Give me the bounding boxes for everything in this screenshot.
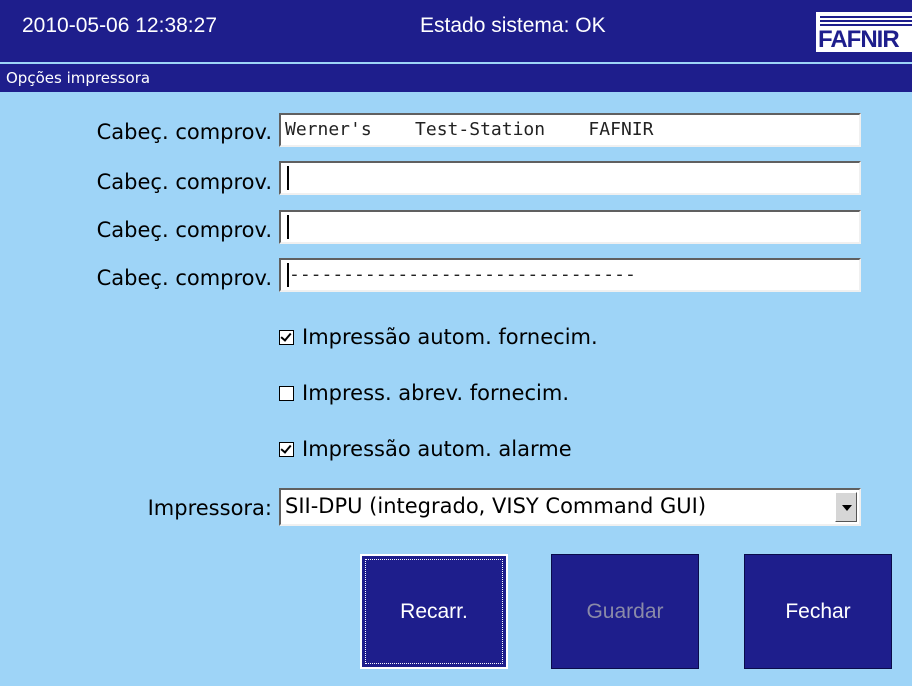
reload-button[interactable]: Recarr. bbox=[360, 554, 508, 669]
header-bar: 2010-05-06 12:38:27 Estado sistema: OK F… bbox=[0, 0, 912, 62]
receipt-header-label-1: Cabeç. comprov. bbox=[96, 120, 272, 144]
fafnir-logo: FAFNIR bbox=[816, 12, 912, 52]
auto-print-delivery-label: Impressão autom. fornecim. bbox=[302, 325, 598, 349]
datetime: 2010-05-06 12:38:27 bbox=[22, 14, 217, 37]
checkbox-checked-icon bbox=[279, 329, 294, 345]
text-cursor bbox=[287, 166, 289, 190]
auto-print-alarm-label: Impressão autom. alarme bbox=[302, 437, 572, 461]
close-button[interactable]: Fechar bbox=[744, 554, 892, 669]
receipt-header-input-2[interactable] bbox=[279, 161, 861, 195]
short-print-delivery-checkbox[interactable]: Impress. abrev. fornecim. bbox=[279, 379, 569, 407]
receipt-header-value-1: Werner's Test-Station FAFNIR bbox=[285, 119, 654, 140]
receipt-header-label-4: Cabeç. comprov. bbox=[96, 266, 272, 290]
page-title-bar: Opções impressora bbox=[0, 64, 912, 92]
logo-text: FAFNIR bbox=[818, 26, 900, 52]
receipt-header-label-3: Cabeç. comprov. bbox=[96, 218, 272, 242]
printer-label: Impressora: bbox=[147, 496, 272, 520]
auto-print-alarm-checkbox[interactable]: Impressão autom. alarme bbox=[279, 435, 572, 463]
printer-options-screen: 2010-05-06 12:38:27 Estado sistema: OK F… bbox=[0, 0, 912, 686]
checkbox-unchecked-icon bbox=[279, 385, 294, 401]
checkbox-checked-icon bbox=[279, 441, 294, 457]
receipt-header-input-4[interactable]: -------------------------------- bbox=[279, 258, 861, 292]
save-button-label: Guardar bbox=[586, 599, 664, 623]
printer-select[interactable]: SII-DPU (integrado, VISY Command GUI) bbox=[279, 488, 861, 526]
receipt-header-value-4: -------------------------------- bbox=[289, 264, 636, 285]
receipt-header-input-1[interactable]: Werner's Test-Station FAFNIR bbox=[279, 113, 861, 147]
text-cursor bbox=[287, 215, 289, 239]
close-button-label: Fechar bbox=[785, 599, 851, 623]
receipt-header-input-3[interactable] bbox=[279, 210, 861, 244]
receipt-header-label-2: Cabeç. comprov. bbox=[96, 170, 272, 194]
page-title: Opções impressora bbox=[6, 69, 151, 87]
system-status: Estado sistema: OK bbox=[420, 14, 606, 37]
reload-button-label: Recarr. bbox=[400, 599, 468, 623]
printer-selected-value: SII-DPU (integrado, VISY Command GUI) bbox=[285, 494, 707, 518]
auto-print-delivery-checkbox[interactable]: Impressão autom. fornecim. bbox=[279, 323, 598, 351]
save-button[interactable]: Guardar bbox=[551, 554, 699, 669]
short-print-delivery-label: Impress. abrev. fornecim. bbox=[302, 381, 569, 405]
dropdown-arrow-icon[interactable] bbox=[835, 492, 857, 522]
